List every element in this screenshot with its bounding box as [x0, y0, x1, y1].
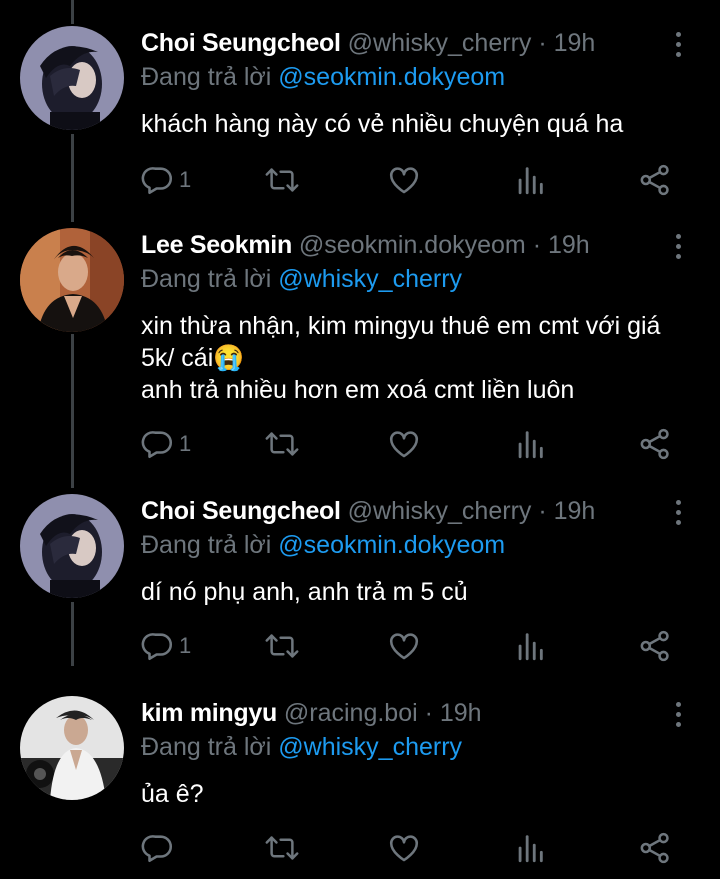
avatar[interactable]	[20, 696, 124, 800]
retweet-button[interactable]	[264, 162, 300, 198]
heart-icon	[389, 167, 419, 194]
share-button[interactable]	[638, 830, 672, 866]
replying-to-label: Đang trả lời	[141, 63, 279, 91]
views-button[interactable]	[515, 426, 545, 462]
avatar[interactable]	[20, 26, 124, 130]
tweet[interactable]: Choi Seungcheol @whisky_cherry · 19h Đan…	[0, 26, 720, 226]
reply-icon	[141, 633, 173, 661]
like-button[interactable]	[387, 426, 421, 462]
retweet-button[interactable]	[264, 426, 300, 462]
more-dots-icon[interactable]	[664, 28, 692, 60]
tweet[interactable]: Lee Seokmin @seokmin.dokyeom · 19h Đang …	[0, 228, 720, 490]
reply-icon	[141, 835, 173, 863]
views-icon	[518, 633, 543, 661]
separator: ·	[531, 29, 554, 57]
reply-count: 1	[179, 431, 192, 456]
timestamp[interactable]: 19h	[554, 497, 596, 525]
reply-icon	[141, 431, 173, 459]
replying-to: Đang trả lời @whisky_cherry	[141, 730, 462, 764]
avatar[interactable]	[20, 494, 124, 598]
retweet-icon	[265, 634, 299, 658]
author-name[interactable]: Choi Seungcheol	[141, 29, 341, 57]
retweet-button[interactable]	[264, 628, 300, 664]
share-button[interactable]	[638, 162, 672, 198]
reply-button[interactable]	[141, 830, 179, 866]
like-button[interactable]	[387, 830, 421, 866]
timestamp[interactable]: 19h	[440, 699, 482, 727]
reply-button[interactable]: 1	[141, 426, 191, 462]
more-dots-icon[interactable]	[664, 496, 692, 528]
reply-count: 1	[179, 633, 192, 658]
views-icon	[518, 431, 543, 459]
separator: ·	[531, 497, 554, 525]
reply-button[interactable]: 1	[141, 628, 191, 664]
reply-button[interactable]: 1	[141, 162, 191, 198]
tweet-header: Choi Seungcheol @whisky_cherry · 19h	[141, 494, 595, 528]
replying-to-mention[interactable]: @seokmin.dokyeom	[278, 531, 505, 559]
replying-to-mention[interactable]: @seokmin.dokyeom	[278, 63, 505, 91]
author-name[interactable]: Choi Seungcheol	[141, 497, 341, 525]
share-icon	[640, 832, 669, 864]
action-bar: 1	[141, 162, 681, 198]
tweet-header: Lee Seokmin @seokmin.dokyeom · 19h	[141, 228, 590, 262]
heart-icon	[389, 835, 419, 862]
replying-to-label: Đang trả lời	[141, 265, 279, 293]
tweet-header: Choi Seungcheol @whisky_cherry · 19h	[141, 26, 595, 60]
timestamp[interactable]: 19h	[548, 231, 590, 259]
heart-icon	[389, 431, 419, 458]
tweet-text: xin thừa nhận, kim mingyu thuê em cmt vớ…	[141, 312, 661, 404]
more-dots-icon[interactable]	[664, 698, 692, 730]
action-bar	[141, 830, 681, 866]
tweet-text: khách hàng này có vẻ nhiều chuyện quá ha	[141, 110, 624, 138]
author-handle[interactable]: @racing.boi	[284, 699, 418, 727]
like-button[interactable]	[387, 628, 421, 664]
share-icon	[640, 164, 669, 196]
author-handle[interactable]: @seokmin.dokyeom	[299, 231, 526, 259]
author-name[interactable]: kim mingyu	[141, 699, 277, 727]
replying-to-mention[interactable]: @whisky_cherry	[278, 733, 462, 761]
avatar[interactable]	[20, 228, 124, 332]
replying-to: Đang trả lời @seokmin.dokyeom	[141, 528, 505, 562]
separator: ·	[525, 231, 548, 259]
retweet-icon	[265, 432, 299, 456]
more-dots-icon[interactable]	[664, 230, 692, 262]
replying-to: Đang trả lời @whisky_cherry	[141, 262, 462, 296]
author-handle[interactable]: @whisky_cherry	[348, 497, 532, 525]
views-icon	[518, 167, 543, 195]
tweet-text: ủa ê?	[141, 780, 204, 808]
thread-line	[71, 0, 74, 24]
share-icon	[640, 630, 669, 662]
action-bar: 1	[141, 628, 681, 664]
heart-icon	[389, 633, 419, 660]
timestamp[interactable]: 19h	[554, 29, 596, 57]
views-button[interactable]	[515, 162, 545, 198]
views-button[interactable]	[515, 628, 545, 664]
share-button[interactable]	[638, 628, 672, 664]
retweet-icon	[265, 836, 299, 860]
replying-to-label: Đang trả lời	[141, 733, 279, 761]
share-button[interactable]	[638, 426, 672, 462]
tweet-text: dí nó phụ anh, anh trả m 5 củ	[141, 578, 468, 606]
retweet-button[interactable]	[264, 830, 300, 866]
reply-icon	[141, 167, 173, 195]
tweet[interactable]: kim mingyu @racing.boi · 19h Đang trả lờ…	[0, 696, 720, 879]
separator: ·	[417, 699, 440, 727]
replying-to-label: Đang trả lời	[141, 531, 279, 559]
retweet-icon	[265, 168, 299, 192]
share-icon	[640, 428, 669, 460]
like-button[interactable]	[387, 162, 421, 198]
replying-to: Đang trả lời @seokmin.dokyeom	[141, 60, 505, 94]
replying-to-mention[interactable]: @whisky_cherry	[278, 265, 462, 293]
views-button[interactable]	[515, 830, 545, 866]
tweet-header: kim mingyu @racing.boi · 19h	[141, 696, 482, 730]
author-name[interactable]: Lee Seokmin	[141, 231, 292, 259]
tweet[interactable]: Choi Seungcheol @whisky_cherry · 19h Đan…	[0, 494, 720, 670]
author-handle[interactable]: @whisky_cherry	[348, 29, 532, 57]
action-bar: 1	[141, 426, 681, 462]
reply-count: 1	[179, 167, 192, 192]
views-icon	[518, 835, 543, 863]
